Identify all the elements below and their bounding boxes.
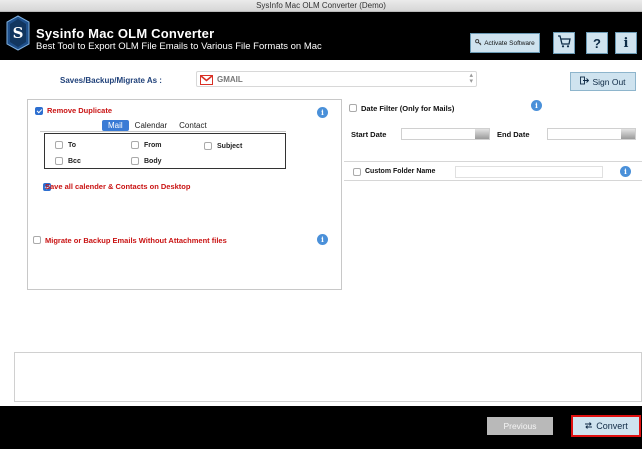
help-button[interactable]: ? bbox=[586, 32, 608, 54]
log-area bbox=[14, 352, 642, 402]
activate-software-button[interactable]: Activate Software bbox=[470, 33, 540, 53]
cart-icon bbox=[557, 35, 571, 51]
app-name: Sysinfo Mac OLM Converter bbox=[36, 26, 215, 41]
svg-text:S: S bbox=[13, 24, 24, 42]
saves-as-label: Saves/Backup/Migrate As : bbox=[60, 76, 162, 85]
start-date-label: Start Date bbox=[351, 130, 387, 139]
info-icon: i bbox=[623, 35, 629, 51]
custom-folder-input[interactable] bbox=[455, 166, 603, 178]
field-to-checkbox[interactable] bbox=[55, 141, 63, 149]
options-panel: Remove Duplicate i Mail Calendar Contact… bbox=[27, 99, 342, 290]
end-date-picker[interactable] bbox=[547, 128, 636, 140]
tab-mail[interactable]: Mail bbox=[102, 120, 129, 131]
field-subject[interactable]: Subject bbox=[204, 142, 242, 150]
help-icon: ? bbox=[593, 35, 601, 51]
app-logo-icon: S bbox=[6, 15, 30, 51]
key-icon bbox=[475, 38, 482, 48]
custom-folder-checkbox[interactable] bbox=[353, 168, 361, 176]
field-bcc-checkbox[interactable] bbox=[55, 157, 63, 165]
footer-bar: Previous Convert bbox=[0, 406, 642, 449]
gmail-icon bbox=[200, 75, 213, 87]
format-select-value: GMAIL bbox=[217, 75, 243, 84]
tab-contact[interactable]: Contact bbox=[173, 120, 213, 131]
field-subject-checkbox[interactable] bbox=[204, 142, 212, 150]
convert-icon bbox=[584, 421, 593, 432]
save-calendar-contacts-label: Save all calender & Contacts on Desktop bbox=[45, 182, 191, 191]
tab-divider bbox=[40, 131, 286, 132]
format-select[interactable]: GMAIL ▴ ▾ bbox=[196, 71, 477, 87]
field-body-label: Body bbox=[144, 157, 162, 165]
field-body-checkbox[interactable] bbox=[131, 157, 139, 165]
tab-calendar[interactable]: Calendar bbox=[129, 120, 173, 131]
without-attachments-info-icon[interactable]: i bbox=[317, 234, 328, 245]
sign-out-label: Sign Out bbox=[592, 76, 626, 87]
start-date-picker[interactable] bbox=[401, 128, 490, 140]
previous-button[interactable]: Previous bbox=[487, 417, 553, 435]
field-body[interactable]: Body bbox=[131, 157, 162, 165]
field-from-label: From bbox=[144, 141, 162, 149]
end-date-stepper-icon[interactable] bbox=[621, 129, 635, 139]
remove-duplicate-label: Remove Duplicate bbox=[47, 106, 113, 115]
end-date-label: End Date bbox=[497, 130, 530, 139]
filters-panel: Date Filter (Only for Mails) i Start Dat… bbox=[344, 99, 642, 290]
sign-out-button[interactable]: Sign Out bbox=[570, 72, 636, 91]
field-to[interactable]: To bbox=[55, 141, 76, 149]
app-header: S Sysinfo Mac OLM Converter Best Tool to… bbox=[0, 12, 642, 60]
date-filter-checkbox[interactable] bbox=[349, 104, 357, 112]
duplicate-tabs: Mail Calendar Contact bbox=[102, 120, 213, 131]
date-filter-info-icon[interactable]: i bbox=[531, 100, 542, 111]
field-bcc-label: Bcc bbox=[68, 157, 81, 165]
about-button[interactable]: i bbox=[615, 32, 637, 54]
select-arrows-icon: ▴ ▾ bbox=[469, 72, 473, 85]
convert-label: Convert bbox=[596, 421, 628, 431]
mail-fields-box: To From Subject Bcc Body bbox=[44, 133, 286, 169]
sign-out-icon bbox=[580, 76, 590, 87]
custom-folder-info-icon[interactable]: i bbox=[620, 166, 631, 177]
previous-label: Previous bbox=[503, 421, 537, 431]
field-from-checkbox[interactable] bbox=[131, 141, 139, 149]
field-bcc[interactable]: Bcc bbox=[55, 157, 81, 165]
custom-folder-label: Custom Folder Name bbox=[365, 168, 436, 175]
remove-duplicate-info-icon[interactable]: i bbox=[317, 107, 328, 118]
custom-folder-row: Custom Folder Name i bbox=[344, 161, 642, 181]
field-from[interactable]: From bbox=[131, 141, 162, 149]
window-titlebar: SysInfo Mac OLM Converter (Demo) bbox=[0, 0, 642, 12]
date-filter-label: Date Filter (Only for Mails) bbox=[361, 104, 455, 113]
start-date-stepper-icon[interactable] bbox=[475, 129, 489, 139]
without-attachments-label: Migrate or Backup Emails Without Attachm… bbox=[45, 236, 227, 245]
activate-software-label: Activate Software bbox=[484, 39, 535, 47]
convert-button[interactable]: Convert bbox=[571, 415, 641, 437]
field-to-label: To bbox=[68, 141, 77, 149]
cart-button[interactable] bbox=[553, 32, 575, 54]
field-subject-label: Subject bbox=[217, 142, 243, 150]
remove-duplicate-checkbox[interactable] bbox=[35, 106, 43, 115]
without-attachments-checkbox[interactable] bbox=[33, 236, 41, 244]
window-title: SysInfo Mac OLM Converter (Demo) bbox=[256, 1, 386, 10]
app-tagline: Best Tool to Export OLM File Emails to V… bbox=[36, 41, 322, 52]
